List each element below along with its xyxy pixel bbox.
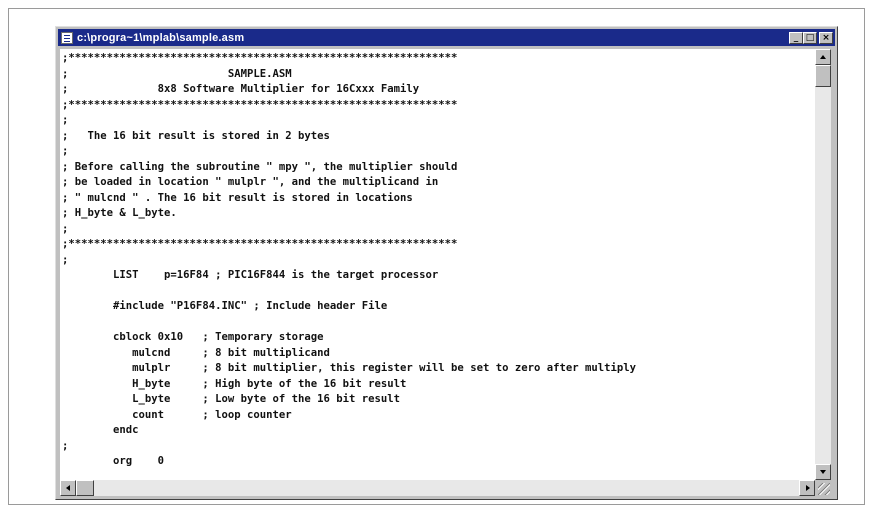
code-line: L_byte ; Low byte of the 16 bit result — [62, 393, 401, 405]
code-line: #include "P16F84.INC" ; Include header F… — [62, 300, 388, 312]
code-editor[interactable]: ;***************************************… — [60, 49, 815, 480]
window-controls: _ □ × — [789, 31, 833, 44]
scroll-left-button[interactable] — [60, 480, 76, 496]
code-line: ; — [62, 145, 69, 157]
maximize-button[interactable]: □ — [803, 31, 817, 44]
window-title: c:\progra~1\mplab\sample.asm — [77, 31, 245, 44]
code-line: ;***************************************… — [62, 98, 458, 111]
arrow-left-icon — [66, 485, 70, 491]
size-grip[interactable] — [815, 480, 831, 496]
code-line: endc — [62, 424, 139, 436]
vertical-scrollbar[interactable] — [815, 49, 831, 480]
editor-window: c:\progra~1\mplab\sample.asm _ □ × ;****… — [55, 26, 838, 500]
source-code[interactable]: ;***************************************… — [60, 49, 815, 470]
arrow-right-icon — [806, 485, 810, 491]
scroll-up-button[interactable] — [815, 49, 831, 65]
horizontal-scroll-thumb[interactable] — [76, 480, 94, 496]
code-line: org 0 — [62, 455, 165, 467]
scroll-right-button[interactable] — [799, 480, 815, 496]
code-line: ; Before calling the subroutine " mpy ",… — [62, 160, 458, 173]
document-icon — [61, 31, 73, 44]
code-line: ; — [62, 253, 69, 266]
arrow-up-icon — [820, 55, 826, 59]
code-line: ; — [62, 439, 69, 452]
code-line: ; SAMPLE.ASM — [62, 67, 292, 80]
close-button[interactable]: × — [819, 31, 833, 44]
code-line: ;***************************************… — [62, 52, 458, 64]
code-line: ; " mulcnd " . The 16 bit result is stor… — [62, 191, 413, 204]
code-line: ; H_byte & L_byte. — [62, 207, 177, 219]
title-bar[interactable]: c:\progra~1\mplab\sample.asm _ □ × — [58, 29, 835, 46]
scroll-down-button[interactable] — [815, 464, 831, 480]
code-line: count ; loop counter — [62, 408, 292, 421]
code-line: ; — [62, 222, 69, 235]
code-line: ; The 16 bit result is stored in 2 bytes — [62, 129, 330, 142]
code-line: mulcnd ; 8 bit multiplicand — [62, 346, 330, 359]
code-line: ; be loaded in location " mulplr ", and … — [62, 176, 439, 188]
horizontal-scrollbar[interactable] — [60, 480, 815, 496]
code-line: ; 8x8 Software Multiplier for 16Cxxx Fam… — [62, 83, 420, 95]
code-line: ;***************************************… — [62, 238, 458, 250]
vertical-scroll-thumb[interactable] — [815, 65, 831, 87]
code-line: H_byte ; High byte of the 16 bit result — [62, 377, 407, 390]
resize-grip-icon — [818, 483, 830, 495]
code-line: mulplr ; 8 bit multiplier, this register… — [62, 362, 637, 374]
code-line: cblock 0x10 ; Temporary storage — [62, 331, 324, 343]
code-line: ; — [62, 114, 69, 126]
arrow-down-icon — [820, 470, 826, 474]
code-line: LIST p=16F84 ; PIC16F844 is the target p… — [62, 269, 439, 281]
minimize-button[interactable]: _ — [789, 31, 803, 44]
